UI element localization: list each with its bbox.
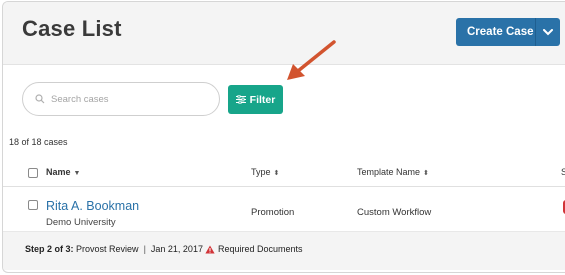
create-case-button[interactable]: Create Case [456, 18, 560, 46]
page-title: Case List [22, 16, 122, 41]
column-label-name: Name [46, 167, 71, 177]
case-type: Promotion [251, 207, 295, 218]
search-input[interactable]: Search cases [22, 82, 220, 116]
page-header: Case List Create Case [3, 2, 565, 65]
filter-label: Filter [249, 93, 276, 106]
column-header-name[interactable]: Name ▼ [46, 167, 80, 177]
sort-icon: ⬍ [273, 170, 280, 177]
case-list-panel: Case List Create Case Search cases Filte… [2, 1, 565, 273]
column-label-template: Template Name [357, 167, 421, 177]
search-placeholder: Search cases [51, 93, 109, 105]
case-institution: Demo University [46, 217, 116, 228]
filter-button[interactable]: Filter [228, 85, 283, 114]
results-count: 18 of 18 cases [9, 137, 68, 147]
caret-down-icon: ▼ [73, 170, 81, 177]
warning-icon [205, 245, 215, 253]
create-case-label: Create Case [467, 26, 534, 38]
column-header-type[interactable]: Type ⬍ [251, 167, 279, 177]
column-label-type: Type [251, 167, 271, 177]
table-row[interactable]: Rita A. Bookman Demo University Promotio… [3, 187, 565, 232]
case-template: Custom Workflow [357, 207, 432, 218]
column-header-template[interactable]: Template Name ⬍ [357, 167, 429, 177]
required-documents-alert[interactable]: Required Documents [218, 244, 303, 254]
status-date: Jan 21, 2017 [150, 244, 203, 254]
sliders-icon [235, 95, 246, 104]
row-checkbox[interactable] [28, 200, 38, 210]
step-name: Provost Review [76, 244, 139, 254]
case-status-bar: Step 2 of 3: Provost Review | Jan 21, 20… [3, 232, 565, 270]
case-status-line: Step 2 of 3: Provost Review | Jan 21, 20… [25, 244, 303, 254]
select-all-checkbox[interactable] [28, 168, 38, 178]
table-header: Name▼ Type⬍ Template Name⬍ S [3, 160, 565, 187]
case-name-link[interactable]: Rita A. Bookman [46, 199, 139, 213]
column-header-status[interactable]: S [561, 167, 565, 177]
chevron-down-icon [543, 28, 553, 35]
create-case-dropdown[interactable] [536, 28, 560, 36]
status-separator: | [143, 244, 146, 254]
search-icon [35, 94, 45, 104]
step-label: Step 2 of 3: [25, 244, 74, 254]
sort-icon: ⬍ [423, 170, 429, 177]
